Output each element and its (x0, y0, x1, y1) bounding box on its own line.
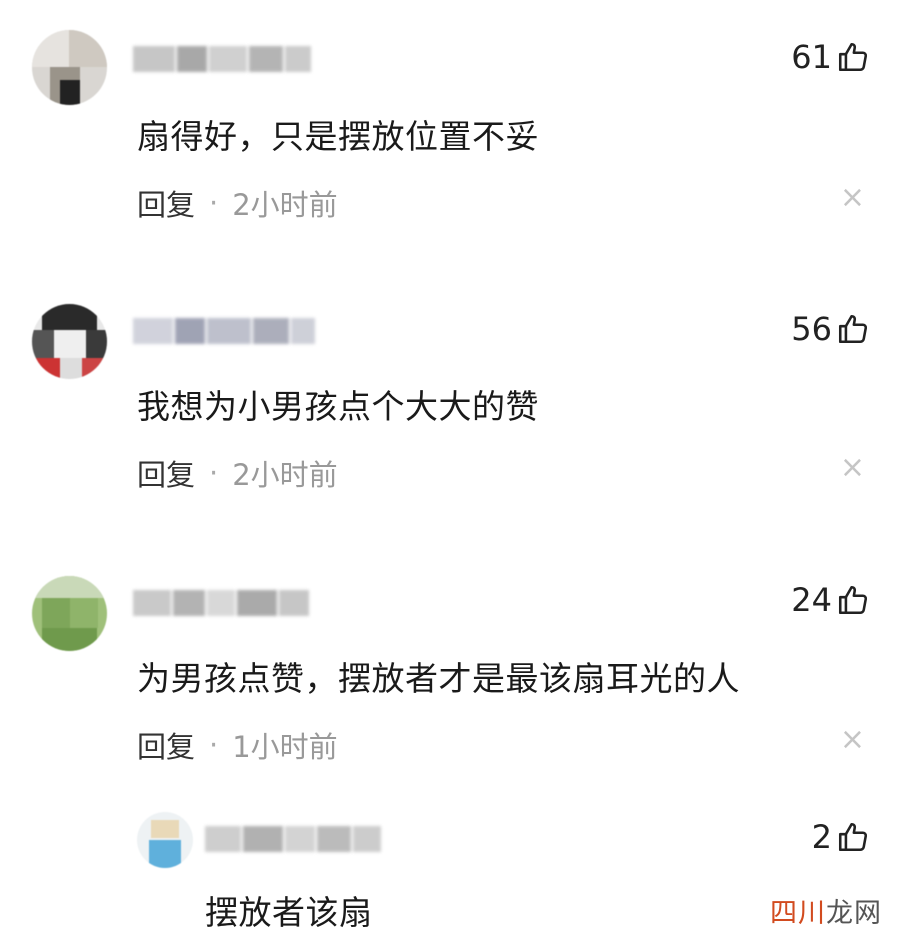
avatar[interactable] (32, 576, 107, 651)
like-count: 61 (791, 38, 832, 76)
username-blurred[interactable] (133, 586, 311, 620)
comment-text: 摆放者该扇 (205, 893, 373, 932)
avatar[interactable] (137, 812, 193, 868)
close-icon[interactable]: × (840, 453, 865, 483)
like-button[interactable]: 24 (791, 581, 870, 619)
comment-text: 为男孩点赞，摆放者才是最该扇耳光的人 (137, 659, 740, 698)
watermark-part1: 四川 (770, 898, 826, 929)
separator-dot: · (209, 728, 219, 762)
username-blurred[interactable] (205, 822, 383, 856)
timestamp: 2小时前 (232, 458, 338, 492)
comment-meta: 回复 · 1小时前 (137, 724, 338, 766)
thumbs-up-icon (838, 314, 868, 344)
close-icon[interactable]: × (840, 183, 865, 213)
separator-dot: · (209, 186, 219, 220)
username-blurred[interactable] (133, 314, 317, 348)
reply-button[interactable]: 回复 (137, 724, 195, 766)
like-button[interactable]: 61 (791, 38, 870, 76)
thumbs-up-icon (838, 42, 868, 72)
comment-meta: 回复 · 2小时前 (137, 182, 338, 224)
thumbs-up-icon (838, 822, 868, 852)
like-count: 56 (791, 310, 832, 348)
watermark-logo: 四川龙网 (770, 891, 882, 930)
comment-text: 我想为小男孩点个大大的赞 (137, 387, 539, 426)
avatar[interactable] (32, 30, 107, 105)
like-button[interactable]: 2 (812, 818, 870, 856)
timestamp: 2小时前 (232, 188, 338, 222)
watermark-part2: 龙网 (826, 898, 882, 929)
like-button[interactable]: 56 (791, 310, 870, 348)
username-blurred[interactable] (133, 42, 313, 76)
avatar[interactable] (32, 304, 107, 379)
close-icon[interactable]: × (840, 725, 865, 755)
like-count: 2 (811, 818, 832, 856)
comment-text: 扇得好，只是摆放位置不妥 (137, 117, 539, 156)
separator-dot: · (209, 456, 219, 490)
like-count: 24 (791, 581, 832, 619)
reply-button[interactable]: 回复 (137, 182, 195, 224)
reply-button[interactable]: 回复 (137, 452, 195, 494)
timestamp: 1小时前 (232, 730, 338, 764)
comment-list: 61 扇得好，只是摆放位置不妥 回复 · 2小时前 × 56 我想为小男孩点个大… (0, 0, 910, 940)
comment-meta: 回复 · 2小时前 (137, 452, 338, 494)
thumbs-up-icon (838, 585, 868, 615)
